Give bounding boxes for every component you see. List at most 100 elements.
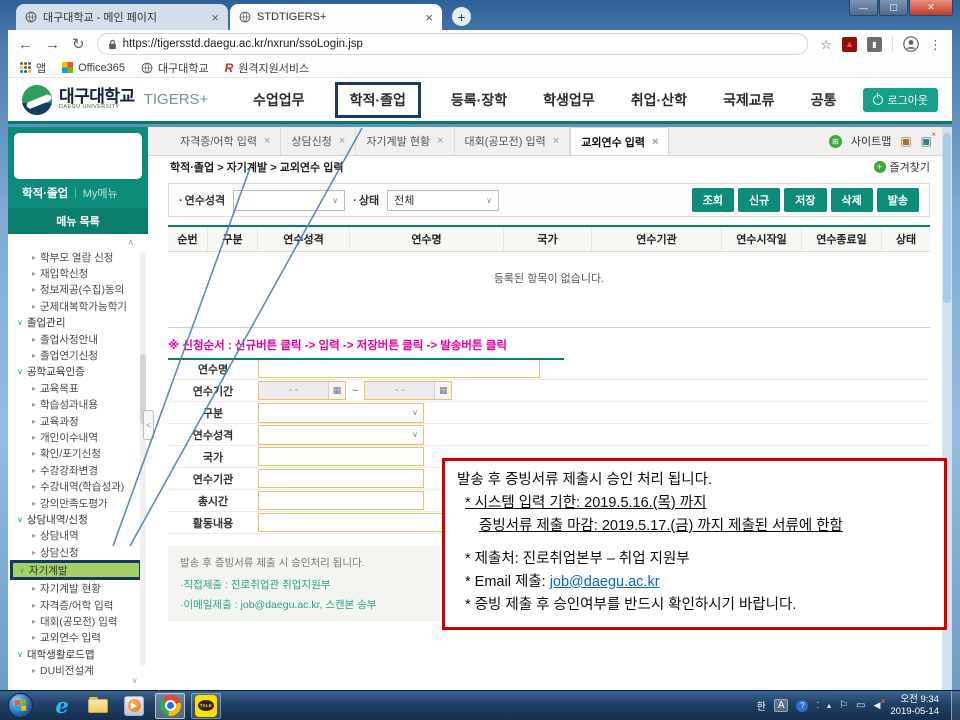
browser-tab-daegu[interactable]: 대구대학교 - 메인 페이지 × (16, 4, 228, 30)
open-window-icon[interactable]: ▣ (900, 135, 911, 147)
portal-nav-item[interactable]: 학적·졸업 (335, 82, 421, 118)
sidebar-menu-item[interactable]: ∨ ▸ 확인/포기신청 (8, 446, 148, 462)
sidebar-menu-item[interactable]: ∨ ▸ 자기계발 (10, 560, 142, 580)
sidebar-menu-item[interactable]: ∨ ▸ 교육목표 (8, 380, 148, 396)
sidebar-menu-item[interactable]: ∨ ▸ 수강내역(학습성과) (8, 478, 148, 494)
workspace-tab[interactable]: 교외연수 입력 × (570, 127, 669, 155)
start-button[interactable] (8, 693, 33, 718)
ime-korean-indicator[interactable]: 한 (757, 698, 766, 713)
taskbar-media-player-button[interactable]: ▶ (119, 693, 149, 719)
ime-help-icon[interactable]: ? (796, 700, 808, 712)
portal-nav-item[interactable]: 취업·산학 (625, 85, 693, 115)
sidebar-menu-item[interactable]: ∨ ▸ 학부모 열람 신청 (8, 249, 148, 265)
total-hours-input[interactable] (258, 491, 424, 510)
tab-close-icon[interactable]: × (425, 11, 433, 24)
bookmark-office365[interactable]: Office365 (62, 62, 125, 74)
bookmark-daegu-univ[interactable]: 대구대학교 (141, 60, 209, 76)
close-icon[interactable]: × (264, 135, 270, 147)
sidebar-menu-item[interactable]: ∨ ▸ 상담내역/신청 (8, 511, 148, 527)
sidebar-menu-item[interactable]: ∨ ▸ 졸업사정안내 (8, 331, 148, 347)
country-input[interactable] (258, 447, 424, 466)
delete-button[interactable]: 삭제 (831, 188, 873, 212)
close-icon[interactable]: × (437, 135, 443, 147)
sidebar-scrollbar[interactable] (140, 252, 146, 666)
new-tab-button[interactable]: + (452, 7, 471, 26)
workspace-tab[interactable]: 자격증/어학 입력 × (170, 127, 281, 155)
sidebar-menu-item[interactable]: ∨ ▸ 공학교육인증 (8, 364, 148, 380)
sidebar-menu-item[interactable]: ∨ ▸ 대회(공모전) 입력 (8, 613, 148, 629)
sidebar-collapse-handle[interactable]: < (143, 410, 154, 440)
taskbar-ie-button[interactable]: e (47, 693, 77, 719)
bookmark-remote-support[interactable]: R 원격지원서비스 (225, 60, 310, 76)
period-end-input[interactable]: - - ▦ (364, 381, 452, 400)
sidebar-menu-item[interactable]: ∨ ▸ 상담신청 (8, 544, 148, 560)
close-all-windows-icon[interactable]: ▣× (921, 135, 932, 147)
sidebar-menu-item[interactable]: ∨ ▸ 군제대복학가능학기 (8, 298, 148, 314)
workspace-tab[interactable]: 자기계발 현황 × (356, 127, 454, 155)
workspace-tab[interactable]: 상담신청 × (281, 127, 356, 155)
institution-input[interactable] (258, 469, 424, 488)
browser-menu-icon[interactable]: ⋮ (929, 38, 942, 51)
category-select[interactable]: ∨ (258, 403, 424, 423)
university-logo[interactable]: 대구대학교 DAEGU UNIVERSITY TIGERS+ (22, 85, 227, 115)
close-icon[interactable]: × (339, 135, 345, 147)
add-favorite-link[interactable]: 즐겨찾기 (890, 159, 930, 175)
sidebar-menu-item[interactable]: ∨ ▸ 강의만족도평가 (8, 495, 148, 511)
training-name-input[interactable] (258, 359, 540, 378)
sidebar-menu-item[interactable]: ∨ ▸ 상담내역 (8, 528, 148, 544)
sidebar-menu-item[interactable]: ∨ ▸ 교외연수 입력 (8, 630, 148, 646)
scroll-down-chevron-icon[interactable]: ∨ (131, 675, 138, 686)
apps-shortcut[interactable]: 앱 (20, 60, 46, 76)
browser-tab-stdtigers[interactable]: STDTIGERS+ × (230, 4, 442, 30)
logout-button[interactable]: 로그아웃 (863, 88, 938, 112)
email-link[interactable]: job@daegu.ac.kr (550, 574, 660, 590)
sidebar-menu-item[interactable]: ∨ ▸ 졸업관리 (8, 315, 148, 331)
bookmark-star-icon[interactable]: ☆ (820, 38, 832, 51)
new-button[interactable]: 신규 (738, 188, 780, 212)
sidebar-menu-item[interactable]: ∨ ▸ 자기계발 현황 (8, 580, 148, 596)
sidebar-menu-item[interactable]: ∨ ▸ 개인이수내역 (8, 429, 148, 445)
save-button[interactable]: 저장 (784, 188, 826, 212)
sidebar-menu-item[interactable]: ∨ ▸ 교육과정 (8, 413, 148, 429)
display-icon[interactable]: ▭ (856, 700, 865, 711)
taskbar-explorer-button[interactable] (83, 693, 113, 719)
hidden-icons-chevron[interactable]: ▴ (827, 701, 831, 710)
minimize-button[interactable]: — (849, 0, 878, 16)
ime-english-indicator[interactable]: A (774, 699, 789, 712)
taskbar-clock[interactable]: 오전 9:34 2019-05-14 (890, 694, 939, 717)
sitemap-link[interactable]: 사이트맵 (851, 133, 891, 149)
sidebar-menu-item[interactable]: ∨ ▸ 자격증/어학 입력 (8, 597, 148, 613)
nature-filter-select[interactable]: ∨ (233, 190, 345, 211)
profile-avatar-icon[interactable] (903, 36, 919, 52)
forward-icon[interactable]: → (45, 37, 60, 52)
sidebar-menu-item[interactable]: ∨ ▸ 정보제공(수집)동의 (8, 282, 148, 298)
close-icon[interactable]: × (652, 136, 658, 148)
calendar-icon[interactable]: ▦ (328, 382, 345, 399)
period-start-input[interactable]: - - ▦ (258, 381, 346, 400)
sidebar-menu-item[interactable]: ∨ ▸ DU비전설계 (8, 662, 148, 678)
status-filter-select[interactable]: 전체 ∨ (387, 190, 499, 211)
page-scrollbar-thumb[interactable] (943, 133, 951, 303)
adobe-extension-icon[interactable]: ▲ (842, 37, 857, 52)
volume-muted-icon[interactable]: ◀× (873, 700, 880, 711)
sidebar-menu-item[interactable]: ∨ ▸ 수강강좌변경 (8, 462, 148, 478)
portal-nav-item[interactable]: 학생업무 (537, 85, 601, 115)
tab-close-icon[interactable]: × (211, 11, 219, 24)
portal-nav-item[interactable]: 수업업무 (247, 85, 311, 115)
sidebar-menu-item[interactable]: ∨ ▸ 대학생활로드맵 (8, 646, 148, 662)
taskbar-chrome-button[interactable] (155, 693, 185, 719)
portal-nav-item[interactable]: 국제교류 (717, 85, 781, 115)
action-center-flag-icon[interactable]: ⚐ (839, 700, 848, 711)
portal-nav-item[interactable]: 등록·장학 (445, 85, 513, 115)
search-button[interactable]: 조회 (692, 188, 734, 212)
taskbar-kakaotalk-button[interactable]: TALK (191, 693, 221, 719)
sidebar-menu-item[interactable]: ∨ ▸ 재입학신청 (8, 265, 148, 281)
maximize-button[interactable]: ▢ (879, 0, 908, 16)
workspace-tab[interactable]: 대회(공모전) 입력 × (455, 127, 571, 155)
close-button[interactable]: ✕ (909, 0, 953, 16)
tray-settings-icon[interactable]: ⁚ (816, 701, 819, 710)
sidebar-menu-item[interactable]: ∨ ▸ 학습성과내용 (8, 397, 148, 413)
extension-icon[interactable]: ▮ (867, 37, 882, 52)
portal-nav-item[interactable]: 공통 (805, 85, 843, 115)
sidebar-tab-mymenu[interactable]: My메뉴 (83, 185, 118, 201)
